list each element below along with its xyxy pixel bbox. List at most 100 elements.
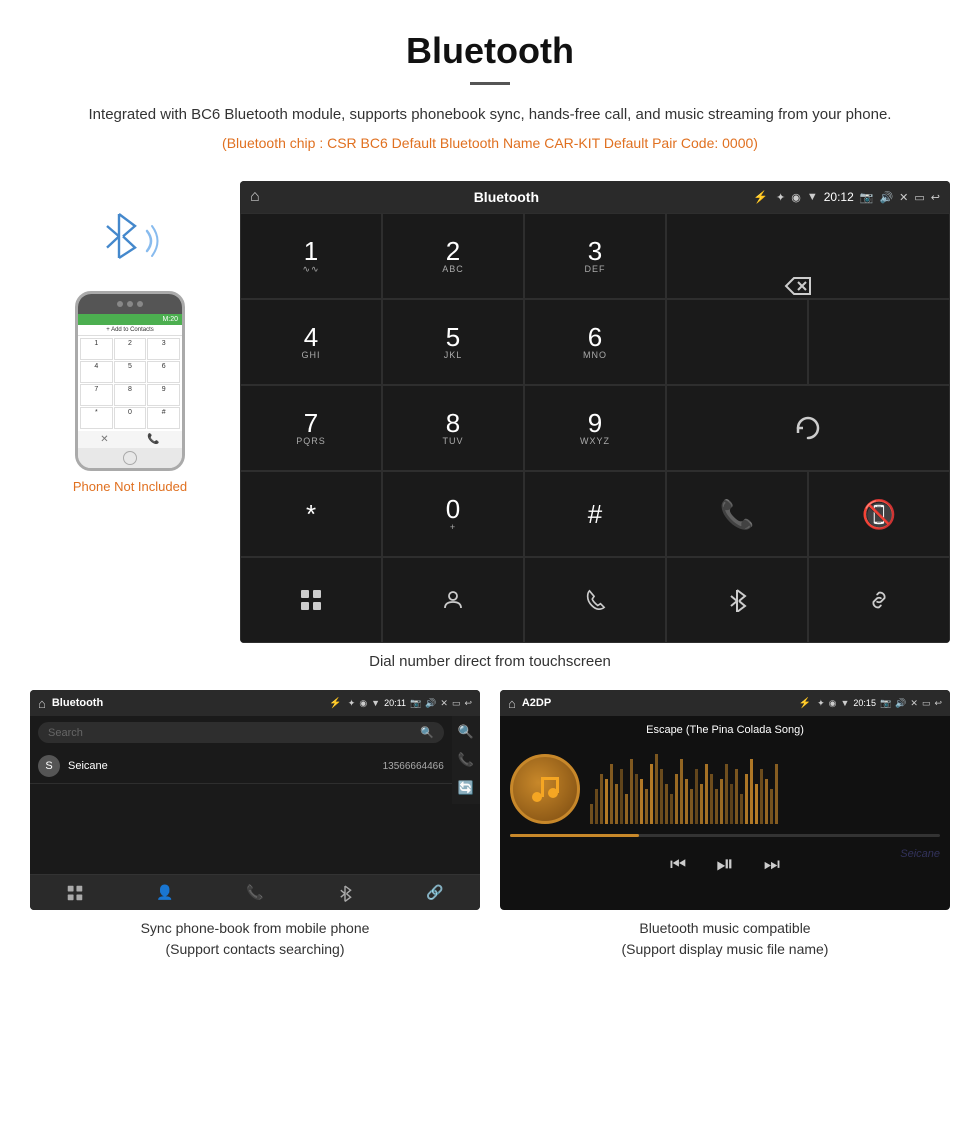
page-description: Integrated with BC6 Bluetooth module, su…	[60, 103, 920, 127]
phone-add-contact: + Add to Contacts	[78, 325, 182, 336]
volume-icon: 🔊	[879, 191, 893, 204]
status-icons: ✦ ◉ ▼ 20:12 📷 🔊 ✕ ▭ ↩	[776, 190, 940, 204]
dial-empty-42	[666, 299, 808, 385]
pb-statusbar: ⌂ Bluetooth ⚡ ✦ ◉ ▼ 20:11 📷 🔊 ✕ ▭ ↩	[30, 690, 480, 716]
dial-key-9[interactable]: 9 WXYZ	[524, 385, 666, 471]
music-status-icons: ✦ ◉ ▼ 20:15 📷 🔊 ✕ ▭ ↩	[817, 698, 942, 709]
dial-key-6[interactable]: 6 MNO	[524, 299, 666, 385]
phonebook-screen: ⌂ Bluetooth ⚡ ✦ ◉ ▼ 20:11 📷 🔊 ✕ ▭ ↩	[30, 690, 480, 910]
dial-key-0[interactable]: 0 +	[382, 471, 524, 557]
pb-sidebar-phone-icon[interactable]: 📞	[458, 752, 474, 768]
dial-key-star[interactable]: *	[240, 471, 382, 557]
pb-bottom-bar: 👤 📞 🔗	[30, 874, 480, 910]
album-art	[510, 754, 580, 824]
music-time: 20:15	[853, 698, 876, 708]
phone-mock: M:20 + Add to Contacts 1 2 3 4 5 6 7 8 9…	[75, 291, 185, 471]
title-underline	[470, 82, 510, 85]
phone-illustration: M:20 + Add to Contacts 1 2 3 4 5 6 7 8 9…	[30, 181, 230, 494]
dial-refresh-button[interactable]	[666, 385, 950, 471]
back-icon[interactable]: ↩	[931, 191, 940, 204]
contact-name: Seicane	[68, 760, 375, 772]
pb-sidebar-refresh-icon[interactable]: 🔄	[458, 780, 474, 796]
music-sig-icon: ▼	[841, 698, 850, 708]
pb-back-icon[interactable]: ↩	[464, 698, 472, 709]
contact-row[interactable]: S Seicane 13566664466	[30, 749, 452, 784]
dial-key-1[interactable]: 1 ∿∿	[240, 213, 382, 299]
phone-not-included-label: Phone Not Included	[73, 479, 187, 494]
dial-apps-button[interactable]	[240, 557, 382, 643]
pb-bt-icon: ✦	[348, 698, 356, 709]
call-red-icon: 📵	[862, 498, 897, 531]
phone-key-2: 2	[114, 338, 147, 360]
pb-nav-apps[interactable]	[30, 875, 120, 910]
music-statusbar: ⌂ A2DP ⚡ ✦ ◉ ▼ 20:15 📷 🔊 ✕ ▭ ↩	[500, 690, 950, 716]
dial-contacts-button[interactable]	[382, 557, 524, 643]
music-scr-icon: ▭	[922, 698, 931, 709]
main-section: M:20 + Add to Contacts 1 2 3 4 5 6 7 8 9…	[0, 181, 980, 643]
dial-phone-button[interactable]	[524, 557, 666, 643]
phone-key-8: 8	[114, 384, 147, 406]
phone-keypad: 1 2 3 4 5 6 7 8 9 * 0 #	[78, 336, 182, 431]
location-icon: ◉	[791, 191, 801, 204]
bluetooth-waves-icon	[95, 211, 165, 281]
dial-endcall-button[interactable]: 📵	[808, 471, 950, 557]
dial-link-button[interactable]	[808, 557, 950, 643]
phone-key-7: 7	[80, 384, 113, 406]
phone-key-4: 4	[80, 361, 113, 383]
pb-scr-icon: ▭	[452, 698, 461, 709]
page-spec: (Bluetooth chip : CSR BC6 Default Blueto…	[60, 135, 920, 151]
dial-key-3[interactable]: 3 DEF	[524, 213, 666, 299]
dial-key-2[interactable]: 2 ABC	[382, 213, 524, 299]
music-controls-area	[500, 834, 950, 837]
dial-call-button[interactable]: 📞	[666, 471, 808, 557]
pb-sidebar-search-icon[interactable]: 🔍	[458, 724, 474, 740]
pb-time: 20:11	[384, 698, 406, 708]
music-vol-icon: 🔊	[895, 698, 906, 709]
next-track-icon[interactable]: ⏭	[764, 854, 780, 875]
dial-bluetooth-nav-button[interactable]	[666, 557, 808, 643]
phone-key-3: 3	[147, 338, 180, 360]
pb-nav-contacts[interactable]: 👤	[120, 875, 210, 910]
call-green-icon: 📞	[720, 498, 755, 531]
music-home-icon[interactable]: ⌂	[508, 696, 516, 711]
page-header: Bluetooth Integrated with BC6 Bluetooth …	[0, 0, 980, 181]
search-icon[interactable]: 🔍	[420, 726, 434, 739]
dial-screen: ⌂ Bluetooth ⚡ ✦ ◉ ▼ 20:12 📷 🔊 ✕ ▭ ↩ 1 ∿∿	[240, 181, 950, 643]
pb-right-sidebar: 🔍 📞 🔄	[452, 716, 480, 804]
dial-key-hash[interactable]: #	[524, 471, 666, 557]
phonebook-caption: Sync phone-book from mobile phone (Suppo…	[141, 918, 370, 960]
phone-key-hash: #	[147, 407, 180, 429]
dialpad-grid: 1 ∿∿ 2 ABC 3 DEF 4 GHI	[240, 213, 950, 643]
phonebook-search-bar[interactable]: Search 🔍	[38, 722, 444, 743]
dial-key-5[interactable]: 5 JKL	[382, 299, 524, 385]
signal-icon: ▼	[807, 191, 818, 203]
music-cam-icon: 📷	[880, 698, 891, 709]
music-screen: ⌂ A2DP ⚡ ✦ ◉ ▼ 20:15 📷 🔊 ✕ ▭ ↩ Escape (T…	[500, 690, 950, 910]
pb-usb-icon: ⚡	[329, 698, 341, 709]
pb-sig-icon: ▼	[371, 698, 380, 708]
phone-key-star: *	[80, 407, 113, 429]
song-title: Escape (The Pina Colada Song)	[500, 716, 950, 736]
dial-key-8[interactable]: 8 TUV	[382, 385, 524, 471]
dial-backspace-button[interactable]	[666, 213, 950, 299]
music-usb-icon: ⚡	[799, 698, 811, 709]
dial-statusbar: ⌂ Bluetooth ⚡ ✦ ◉ ▼ 20:12 📷 🔊 ✕ ▭ ↩	[240, 181, 950, 213]
screen-icon: ▭	[914, 191, 924, 204]
pb-nav-link[interactable]: 🔗	[390, 875, 480, 910]
pb-nav-bluetooth[interactable]	[300, 875, 390, 910]
watermark: Seicane	[900, 848, 940, 860]
music-back-icon[interactable]: ↩	[934, 698, 942, 709]
prev-track-icon[interactable]: ⏮	[670, 854, 686, 875]
pb-home-icon[interactable]: ⌂	[38, 696, 46, 711]
pb-nav-phone[interactable]: 📞	[210, 875, 300, 910]
usb-icon: ⚡	[753, 190, 768, 204]
dial-screen-title: Bluetooth	[268, 189, 745, 205]
phone-key-5: 5	[114, 361, 147, 383]
music-content-area	[500, 744, 950, 834]
dial-key-7[interactable]: 7 PQRS	[240, 385, 382, 471]
music-loc-icon: ◉	[829, 698, 837, 709]
music-controls: ⏮ ⏯ ⏭	[500, 843, 950, 885]
home-icon[interactable]: ⌂	[250, 188, 260, 206]
play-pause-icon[interactable]: ⏯	[716, 851, 734, 877]
dial-key-4[interactable]: 4 GHI	[240, 299, 382, 385]
